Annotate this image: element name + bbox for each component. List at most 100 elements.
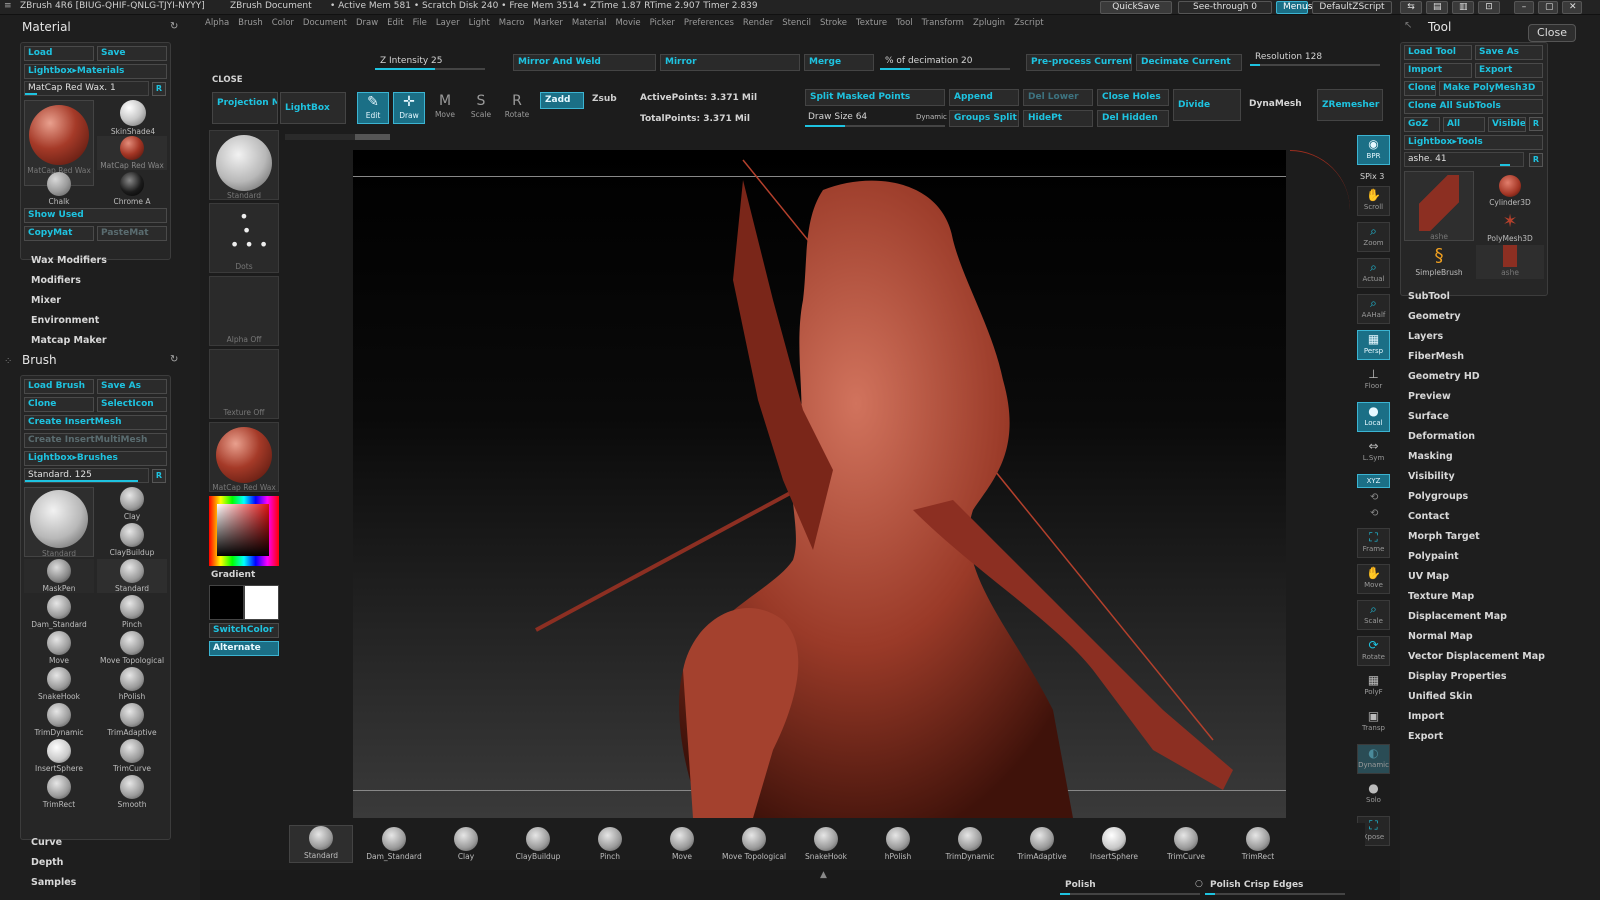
save-brush-button[interactable]: Save As <box>97 379 167 394</box>
lock-icon[interactable]: ⊡ <box>1478 1 1500 14</box>
aahalf-button[interactable]: ⌕ AAHalf <box>1357 294 1390 324</box>
color-picker[interactable] <box>209 496 279 566</box>
menu-macro[interactable]: Macro <box>499 18 525 28</box>
normal-map-subpalette[interactable]: Normal Map <box>1408 631 1473 642</box>
stroke-slot[interactable]: • • • • • Dots <box>209 203 279 273</box>
draw-mode-button[interactable]: ✛ Draw <box>393 92 425 124</box>
scale-view-button[interactable]: ⌕ Scale <box>1357 600 1390 630</box>
maximize-icon[interactable]: ▢ <box>1538 1 1558 14</box>
close-tool-button[interactable]: Close <box>1528 24 1576 42</box>
menu-tool[interactable]: Tool <box>896 18 913 28</box>
load-material-button[interactable]: Load <box>24 46 94 61</box>
scroll-button[interactable]: ✋ Scroll <box>1357 186 1390 216</box>
mirror-and-weld-button[interactable]: Mirror And Weld <box>513 54 656 71</box>
environment-subpalette[interactable]: Environment <box>31 315 99 326</box>
brush-restore-button[interactable]: R <box>152 469 166 483</box>
frame-button[interactable]: ⛶ Frame <box>1357 528 1390 558</box>
refresh-icon[interactable]: ↻ <box>170 21 178 32</box>
minimize-icon[interactable]: – <box>1514 1 1534 14</box>
secondary-color-swatch[interactable] <box>244 585 279 620</box>
solo-button[interactable]: ● Solo <box>1357 780 1390 810</box>
morph-target-subpalette[interactable]: Morph Target <box>1408 531 1480 542</box>
local-button[interactable]: ● Local <box>1357 402 1390 432</box>
gradient-label[interactable]: Gradient <box>211 570 255 580</box>
decimation-track[interactable] <box>880 68 1010 70</box>
menu-document[interactable]: Document <box>303 18 347 28</box>
switchcolor-button[interactable]: SwitchColor <box>209 623 279 638</box>
menu-draw[interactable]: Draw <box>356 18 378 28</box>
polish-crisp-track[interactable] <box>1205 893 1345 895</box>
z-intensity-slider[interactable]: Z Intensity 25 <box>380 56 443 66</box>
menu-preferences[interactable]: Preferences <box>684 18 734 28</box>
resolution-slider[interactable]: Resolution 128 <box>1255 52 1322 62</box>
display-properties-subpalette[interactable]: Display Properties <box>1408 671 1506 682</box>
shelf-brush-claybuildup[interactable]: ClayBuildup <box>505 827 571 861</box>
move-view-button[interactable]: ✋ Move <box>1357 564 1390 594</box>
brush-clay[interactable]: Clay <box>97 487 167 521</box>
contact-subpalette[interactable]: Contact <box>1408 511 1449 522</box>
clone-all-subtools-button[interactable]: Clone All SubTools <box>1404 99 1543 114</box>
texture-slot[interactable]: Texture Off <box>209 349 279 419</box>
clone-tool-button[interactable]: Clone <box>1404 81 1436 96</box>
zsub-button[interactable]: Zsub <box>588 92 628 109</box>
dynamic-toggle[interactable]: Dynamic <box>916 113 947 121</box>
fibermesh-subpalette[interactable]: FiberMesh <box>1408 351 1464 362</box>
lightbox-button[interactable]: LightBox <box>280 92 346 124</box>
menu-picker[interactable]: Picker <box>650 18 675 28</box>
bpr-button[interactable]: ◉ BPR <box>1357 135 1390 165</box>
save-material-button[interactable]: Save <box>97 46 167 61</box>
create-insertmultimesh-button[interactable]: Create InsertMultiMesh <box>24 433 167 448</box>
mirror-button[interactable]: Mirror <box>660 54 800 71</box>
document-scrollbar[interactable] <box>285 134 390 140</box>
rotate-y-icon[interactable]: ⟲ <box>1370 492 1378 503</box>
modifiers-subpalette[interactable]: Modifiers <box>31 275 81 286</box>
resolution-track[interactable] <box>1250 64 1380 66</box>
brush-snakehook[interactable]: SnakeHook <box>24 667 94 701</box>
geometry-hd-subpalette[interactable]: Geometry HD <box>1408 371 1480 382</box>
clone-brush-button[interactable]: Clone <box>24 397 94 412</box>
menu-material[interactable]: Material <box>572 18 607 28</box>
tool-restore-button[interactable]: R <box>1529 153 1543 167</box>
color-picker-square[interactable] <box>217 504 269 556</box>
rotate-mode-button[interactable]: R Rotate <box>501 92 533 124</box>
actual-button[interactable]: ⌕ Actual <box>1357 258 1390 288</box>
edit-mode-button[interactable]: ✎ Edit <box>357 92 389 124</box>
vector-displacement-map-subpalette[interactable]: Vector Displacement Map <box>1408 651 1545 662</box>
polygroups-subpalette[interactable]: Polygroups <box>1408 491 1468 502</box>
tool-simplebrush[interactable]: § SimpleBrush <box>1404 245 1474 277</box>
decimate-current-button[interactable]: Decimate Current <box>1136 54 1242 71</box>
material-matcap-red-wax[interactable]: MatCap Red Wax <box>97 136 167 170</box>
material-palette-title[interactable]: Material <box>22 20 71 34</box>
menu-marker[interactable]: Marker <box>534 18 563 28</box>
brush-palette-title[interactable]: Brush <box>22 353 57 367</box>
zadd-button[interactable]: Zadd <box>540 92 584 109</box>
preview-subpalette[interactable]: Preview <box>1408 391 1451 402</box>
close-window-icon[interactable]: ✕ <box>1562 1 1582 14</box>
deformation-subpalette[interactable]: Deformation <box>1408 431 1475 442</box>
brush-dam-standard[interactable]: Dam_Standard <box>24 595 94 629</box>
samples-subpalette[interactable]: Samples <box>31 877 76 888</box>
goz-visible-button[interactable]: Visible <box>1488 117 1526 132</box>
load-brush-button[interactable]: Load Brush <box>24 379 94 394</box>
shelf-brush-dam-standard[interactable]: Dam_Standard <box>361 827 427 861</box>
shelf-brush-move-topological[interactable]: Move Topological <box>721 827 787 861</box>
depth-subpalette[interactable]: Depth <box>31 857 63 868</box>
groups-split-button[interactable]: Groups Split <box>949 110 1019 127</box>
menu-stroke[interactable]: Stroke <box>820 18 847 28</box>
layout-icon[interactable]: ▤ <box>1426 1 1448 14</box>
scale-mode-button[interactable]: S Scale <box>465 92 497 124</box>
load-tool-button[interactable]: Load Tool <box>1404 45 1472 60</box>
polypaint-subpalette[interactable]: Polypaint <box>1408 551 1459 562</box>
save-tool-button[interactable]: Save As <box>1475 45 1543 60</box>
material-chalk[interactable]: Chalk <box>24 172 94 206</box>
persp-button[interactable]: ▦ Persp <box>1357 330 1390 360</box>
alternate-button[interactable]: Alternate <box>209 641 279 656</box>
polyf-button[interactable]: ▦ PolyF <box>1357 672 1390 702</box>
lightbox-tools-button[interactable]: Lightbox▸Tools <box>1404 135 1543 150</box>
zoom-button[interactable]: ⌕ Zoom <box>1357 222 1390 252</box>
uv-map-subpalette[interactable]: UV Map <box>1408 571 1449 582</box>
shelf-brush-move[interactable]: Move <box>649 827 715 861</box>
material-skinshade4[interactable]: SkinShade4 <box>100 100 166 136</box>
brush-move-topological[interactable]: Move Topological <box>97 631 167 665</box>
preprocess-current-button[interactable]: Pre-process Current <box>1026 54 1132 71</box>
